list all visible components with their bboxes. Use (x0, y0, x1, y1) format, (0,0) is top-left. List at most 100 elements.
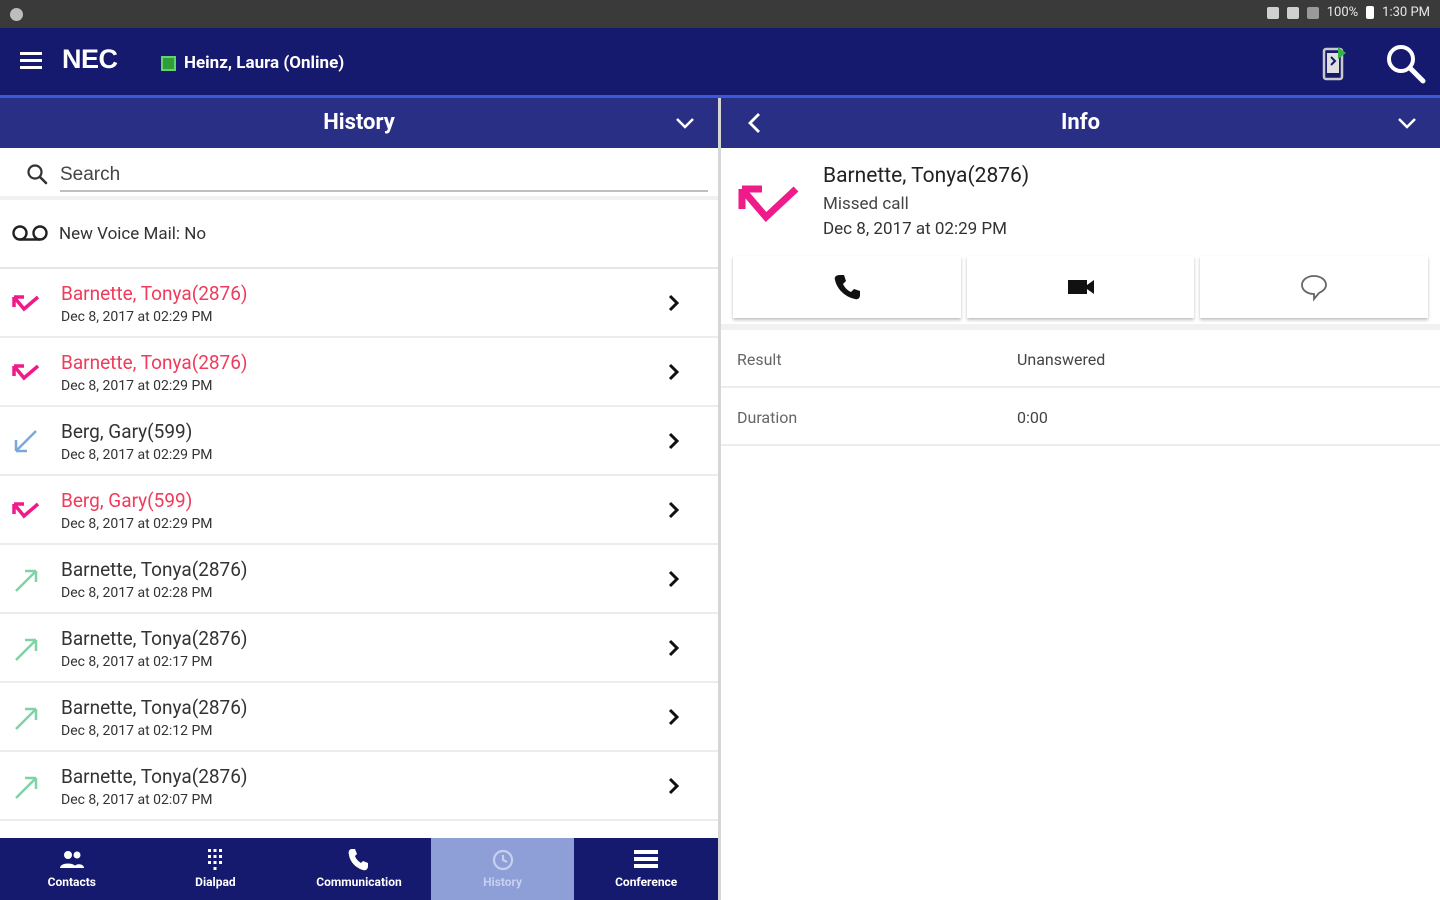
people-icon (59, 848, 85, 872)
video-call-button[interactable] (966, 256, 1195, 318)
chevron-right-icon (668, 363, 680, 381)
history-row[interactable]: Barnette, Tonya(2876) Dec 8, 2017 at 02:1… (0, 614, 718, 683)
nav-label: Communication (316, 875, 402, 889)
brand-logo: NEC (62, 44, 118, 74)
alarm-icon (1286, 6, 1299, 19)
chat-button[interactable] (1200, 256, 1429, 318)
user-presence[interactable]: Heinz, Laura (Online) (161, 53, 344, 73)
conference-icon (633, 848, 659, 872)
search-row (0, 148, 718, 200)
detail-value: Unanswered (1017, 350, 1106, 369)
call-date: Dec 8, 2017 at 02:29 PM (823, 219, 1007, 239)
chevron-right-icon (668, 708, 680, 726)
search-input[interactable] (60, 160, 708, 192)
call-details: Result Unanswered Duration 0:00 (721, 330, 1440, 446)
history-row-name: Barnette, Tonya(2876) (61, 282, 248, 305)
history-row-date: Dec 8, 2017 at 02:29 PM (61, 309, 213, 325)
notification-icon (10, 8, 23, 21)
user-presence-label: Heinz, Laura (Online) (184, 53, 345, 73)
missed-call-icon (10, 358, 42, 388)
history-row-date: Dec 8, 2017 at 02:07 PM (61, 792, 213, 808)
chevron-right-icon (668, 432, 680, 450)
history-row[interactable]: Barnette, Tonya(2876) Dec 8, 2017 at 02:2… (0, 269, 718, 338)
history-row-name: Barnette, Tonya(2876) (61, 696, 248, 719)
chevron-down-icon[interactable] (1396, 112, 1418, 134)
phone-icon (346, 848, 372, 872)
chevron-right-icon (668, 777, 680, 795)
detail-row: Duration 0:00 (721, 388, 1440, 446)
voicemail-row[interactable]: New Voice Mail: No (0, 200, 718, 269)
device-switch-icon[interactable] (1322, 45, 1348, 81)
history-row-date: Dec 8, 2017 at 02:28 PM (61, 585, 213, 601)
wifi-icon (1306, 6, 1319, 19)
nav-label: Contacts (47, 875, 96, 889)
info-header: Info (721, 98, 1440, 148)
history-row-name: Barnette, Tonya(2876) (61, 558, 248, 581)
chevron-right-icon (668, 294, 680, 312)
nav-item-contacts[interactable]: Contacts (0, 838, 144, 900)
history-row[interactable]: Berg, Gary(599) Dec 8, 2017 at 02:29 PM (0, 476, 718, 545)
video-camera-icon (1067, 280, 1094, 294)
voice-call-button[interactable] (733, 256, 961, 318)
history-row-date: Dec 8, 2017 at 02:12 PM (61, 723, 213, 739)
incoming-call-icon (10, 427, 42, 457)
chevron-right-icon (668, 570, 680, 588)
outgoing-call-icon (10, 772, 42, 802)
hamburger-menu-icon[interactable] (20, 52, 42, 70)
nav-label: Conference (615, 875, 678, 889)
search-icon (27, 164, 48, 185)
history-row[interactable]: Berg, Gary(599) Dec 8, 2017 at 02:29 PM (0, 407, 718, 476)
detail-value: 0:00 (1017, 408, 1048, 427)
outgoing-call-icon (10, 703, 42, 733)
history-row-name: Berg, Gary(599) (61, 489, 193, 512)
info-pane: Info Barnette, Tonya(2876) Missed call D… (721, 98, 1440, 900)
status-time: 1:30 PM (1382, 5, 1430, 20)
outgoing-call-icon (10, 565, 42, 595)
history-row[interactable]: Barnette, Tonya(2876) Dec 8, 2017 at 02:2… (0, 545, 718, 614)
nav-label: History (483, 875, 523, 889)
phone-icon (834, 275, 860, 300)
search-icon[interactable] (1384, 42, 1426, 84)
voicemail-status: New Voice Mail: No (59, 224, 207, 244)
app-bar-actions (1322, 42, 1426, 84)
nav-item-communication[interactable]: Communication (287, 838, 431, 900)
status-bar: 100% 1:30 PM (0, 0, 1440, 28)
history-row-name: Barnette, Tonya(2876) (61, 627, 248, 650)
app-bar: NEC Heinz, Laura (Online) (0, 28, 1440, 96)
chevron-right-icon (668, 639, 680, 657)
history-pane: History New Voice Mail: No Barnette, Ton… (0, 98, 718, 900)
history-icon (490, 848, 516, 872)
history-row[interactable]: Barnette, Tonya(2876) Dec 8, 2017 at 02:2… (0, 338, 718, 407)
history-row-date: Dec 8, 2017 at 02:29 PM (61, 516, 213, 532)
detail-label: Result (737, 350, 782, 369)
battery-percent: 100% (1326, 5, 1359, 20)
history-row-name: Barnette, Tonya(2876) (61, 765, 248, 788)
history-row-name: Berg, Gary(599) (61, 420, 193, 443)
missed-call-icon (10, 289, 42, 319)
voicemail-icon (12, 225, 48, 241)
call-actions (721, 256, 1440, 330)
contact-name: Barnette, Tonya(2876) (823, 164, 1030, 188)
nav-item-history[interactable]: History (430, 838, 575, 900)
chevron-down-icon[interactable] (674, 112, 696, 134)
nav-label: Dialpad (195, 875, 236, 889)
history-row-date: Dec 8, 2017 at 02:29 PM (61, 378, 213, 394)
nav-item-conference[interactable]: Conference (574, 838, 718, 900)
battery-icon (1366, 6, 1375, 19)
call-status: Missed call (823, 194, 909, 214)
presence-status-icon (161, 55, 176, 71)
outgoing-call-icon (10, 634, 42, 664)
mute-icon (1266, 6, 1279, 19)
detail-row: Result Unanswered (721, 330, 1440, 388)
chat-bubble-icon (1301, 275, 1328, 302)
history-row-date: Dec 8, 2017 at 02:29 PM (61, 447, 213, 463)
history-row-name: Barnette, Tonya(2876) (61, 351, 248, 374)
detail-label: Duration (737, 408, 798, 427)
dialpad-icon (202, 848, 228, 872)
missed-call-icon (10, 496, 42, 526)
history-row[interactable]: Barnette, Tonya(2876) Dec 8, 2017 at 02:0… (0, 752, 718, 821)
history-header: History (0, 98, 718, 148)
nav-item-dialpad[interactable]: Dialpad (144, 838, 288, 900)
history-row[interactable]: Barnette, Tonya(2876) Dec 8, 2017 at 02:1… (0, 683, 718, 752)
info-title: Info (1060, 110, 1101, 135)
